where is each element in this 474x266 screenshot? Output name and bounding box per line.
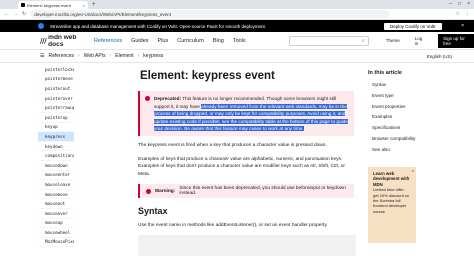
promo-cta-button[interactable]: Deploy Coolify on Vultr — [383, 22, 442, 30]
sidebar-item[interactable]: pointerout — [38, 84, 74, 94]
sidebar-item[interactable]: mouseover — [38, 209, 74, 219]
browser-tab[interactable]: Element: keypress event × — [18, 1, 88, 9]
breadcrumb-separator-icon: › — [109, 53, 112, 59]
tab-close-icon[interactable]: × — [83, 3, 85, 8]
warning-label: Warning: — [154, 188, 176, 194]
toc-entry[interactable]: Examples — [368, 114, 448, 125]
nav-references[interactable]: References — [94, 38, 122, 44]
login-link[interactable]: Log in — [415, 36, 425, 46]
forward-icon[interactable]: → — [13, 11, 18, 17]
search-input[interactable]: ⌕ — [288, 35, 369, 46]
toc-title: In this article — [368, 70, 402, 76]
sidebar-item[interactable]: mousedown — [38, 161, 74, 171]
sidebar-item[interactable]: mouseleave — [38, 180, 74, 190]
mdn-favicon-icon — [21, 3, 25, 7]
breadcrumb-separator-icon: › — [78, 53, 80, 59]
sidebar-item[interactable]: keyup — [38, 123, 74, 133]
search-icon: ⌕ — [361, 37, 365, 44]
syntax-heading: Syntax — [138, 206, 168, 216]
toc-entry[interactable]: Syntax — [368, 82, 448, 93]
nav-curriculum[interactable]: Curriculum — [177, 38, 204, 44]
vultr-logo-icon — [38, 23, 44, 29]
nav-blog[interactable]: Blog — [213, 38, 224, 44]
promo-dismiss-icon[interactable]: × — [461, 23, 464, 29]
ad-body: Limited time offer: get 20% discount on … — [373, 187, 410, 214]
extensions-icon[interactable]: ⋮ — [465, 11, 470, 17]
theme-toggle[interactable]: Theme — [386, 38, 400, 43]
mdn-logo-icon: /// — [40, 36, 47, 45]
back-icon[interactable]: ← — [4, 11, 9, 17]
sidebar-item[interactable]: pointerover — [38, 94, 74, 104]
toc-entry[interactable]: Specifications — [368, 125, 448, 136]
deprecation-notice: Deprecated: This feature is no longer re… — [138, 91, 354, 136]
ad-heading: Learn web development with MDN — [373, 171, 410, 187]
bookmark-icon[interactable]: ☆ — [456, 11, 460, 17]
sidebar-item[interactable]: pointerlockerror — [38, 65, 74, 75]
sidebar-ad[interactable]: × Learn web development with MDN Limited… — [368, 167, 416, 243]
new-tab-icon[interactable]: + — [92, 2, 96, 8]
promo-text: Streamline app and database management w… — [50, 23, 266, 29]
close-icon[interactable]: × — [467, 1, 470, 7]
ad-close-icon[interactable]: × — [412, 168, 414, 173]
signup-button[interactable]: Sign up for free — [438, 33, 474, 48]
warning-notice: Warning: Since this event has been depre… — [138, 184, 354, 198]
browser-tab-strip: Element: keypress event × + — [0, 0, 474, 9]
sidebar-item[interactable]: pointerrawupdate — [38, 103, 74, 113]
sidebar-item[interactable]: mouseout — [38, 199, 74, 209]
maximize-icon[interactable]: □ — [458, 1, 461, 7]
breadcrumb: ☰ References › Web APIs › Element › keyp… — [0, 50, 474, 63]
tab-title: Element: keypress event — [27, 2, 71, 8]
toc-entry[interactable]: See also — [368, 147, 448, 158]
deprecated-icon — [145, 96, 150, 101]
sidebar-toggle-icon[interactable]: ☰ — [40, 53, 44, 59]
warning-text: Since this event has been deprecated, yo… — [179, 186, 346, 196]
breadcrumb-keypress[interactable]: keypress — [143, 53, 163, 59]
code-block[interactable] — [138, 234, 356, 256]
deprecated-label: Deprecated: — [154, 96, 182, 101]
address-bar-row: ← → ↻ developer.mozilla.org/en-US/docs/W… — [0, 9, 474, 20]
sidebar-item[interactable]: mouseup — [38, 219, 74, 229]
breadcrumb-references[interactable]: References — [48, 53, 74, 59]
url-input[interactable]: developer.mozilla.org/en-US/docs/Web/API… — [30, 10, 391, 18]
nav-guides[interactable]: Guides — [131, 38, 148, 44]
sidebar-item[interactable]: keydown — [38, 142, 74, 152]
mdn-logo[interactable]: /// mdn web docs — [40, 34, 85, 48]
sidebar-item-keypress[interactable]: keypress — [38, 132, 74, 142]
sidebar-item[interactable]: mousemove — [38, 190, 74, 200]
syntax-paragraph: Use the event name in methods like addEv… — [138, 223, 328, 228]
table-of-contents: In this article Syntax Event type Event … — [368, 70, 448, 158]
intro-paragraph: The keypress event is fired when a key t… — [138, 143, 327, 148]
nav-tools[interactable]: Tools — [233, 38, 246, 44]
promo-banner: Streamline app and database management w… — [0, 20, 474, 32]
minimize-icon[interactable]: – — [449, 1, 452, 7]
url-text: developer.mozilla.org/en-US/docs/Web/API… — [34, 11, 171, 17]
site-header: /// mdn web docs References Guides Plus … — [0, 32, 474, 50]
breadcrumb-element[interactable]: Element — [115, 53, 133, 59]
examples-paragraph: Examples of keys that produce a characte… — [138, 156, 346, 177]
reload-icon[interactable]: ↻ — [22, 11, 26, 17]
sidebar: pointerlockerror pointermove pointerout … — [38, 65, 74, 266]
window-controls: – □ × — [449, 1, 470, 7]
toc-entry[interactable]: Event properties — [368, 104, 448, 115]
mdn-logo-text: mdn web docs — [48, 33, 77, 48]
breadcrumb-web-apis[interactable]: Web APIs — [84, 53, 106, 59]
sidebar-item[interactable]: mouseenter — [38, 171, 74, 181]
sidebar-item[interactable]: MozMousePixelScroll — [38, 238, 74, 248]
toc-entry[interactable]: Browser compatibility — [368, 136, 448, 147]
nav-plus[interactable]: Plus — [158, 38, 169, 44]
toc-entry[interactable]: Event type — [368, 93, 448, 104]
warning-icon — [146, 188, 151, 194]
sidebar-item[interactable]: mousewheel — [38, 228, 74, 238]
page-title: Element: keypress event — [140, 70, 275, 82]
sidebar-item[interactable]: pointerup — [38, 113, 74, 123]
sidebar-item[interactable]: compositionupdate — [38, 151, 74, 161]
breadcrumb-separator-icon: › — [137, 53, 140, 59]
main-content: Element: keypress event Deprecated: This… — [138, 63, 358, 256]
language-selector[interactable]: English (US) — [427, 54, 452, 59]
sidebar-item[interactable]: pointermove — [38, 75, 74, 85]
